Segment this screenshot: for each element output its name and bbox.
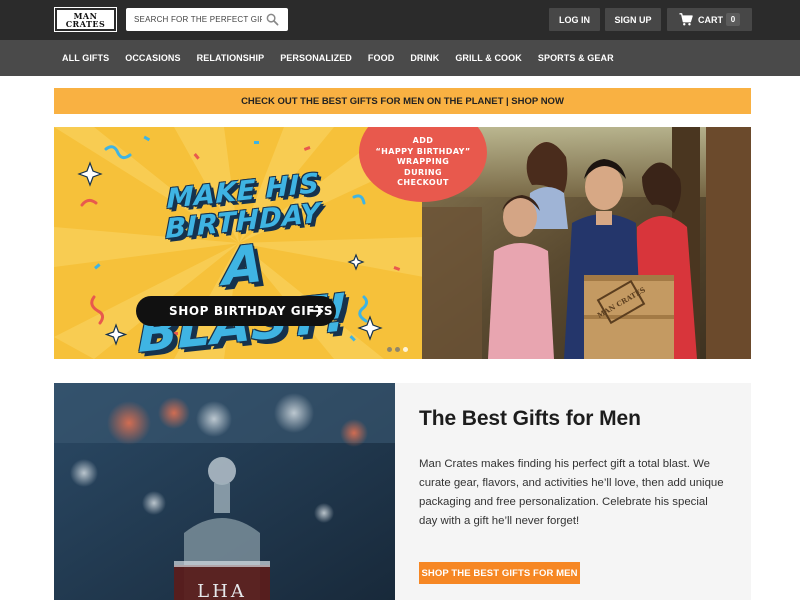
nav-item-occasions[interactable]: OCCASIONS [125,53,180,63]
hero-carousel[interactable]: MAKE HIS BIRTHDAY A BLAST! SHOP BIRTHDAY… [54,127,751,359]
cart-count-badge: 0 [726,13,740,26]
signup-button[interactable]: SIGN UP [605,8,661,31]
carousel-dot-2[interactable] [395,347,400,352]
promo-banner[interactable]: CHECK OUT THE BEST GIFTS FOR MEN ON THE … [54,88,751,114]
carousel-dot-1[interactable] [387,347,392,352]
cart-label: CART [698,14,723,25]
nav-item-personalized[interactable]: PERSONALIZED [280,53,352,63]
feature-panel: The Best Gifts for Men Man Crates makes … [395,383,751,600]
carousel-dots [387,347,411,352]
login-label: LOG IN [559,14,590,25]
feature-title: The Best Gifts for Men [419,407,641,430]
arrow-right-icon [308,305,323,317]
nav-item-food[interactable]: FOOD [368,53,394,63]
logo-line-2: CRATES [65,18,106,29]
nav-item-grill-cook[interactable]: GRILL & COOK [455,53,522,63]
decanter-engraving: LHA [197,581,247,600]
badge-line-2: “HAPPY BIRTHDAY” [375,146,471,156]
search-input[interactable] [134,8,262,31]
carousel-dot-3[interactable] [403,347,408,352]
search-box [126,8,288,31]
signup-label: SIGN UP [614,14,652,25]
badge-line-4: DURING [404,167,442,177]
cart-button[interactable]: CART 0 [667,8,752,31]
shop-birthday-gifts-button[interactable]: SHOP BIRTHDAY GIFTS [136,296,336,326]
login-button[interactable]: LOG IN [549,8,600,31]
badge-line-1: ADD [412,136,434,145]
nav-item-relationship[interactable]: RELATIONSHIP [197,53,265,63]
main-nav: ALL GIFTS OCCASIONS RELATIONSHIP PERSONA… [0,40,800,76]
cart-icon [679,13,693,26]
decanter-illustration: LHA [54,383,395,600]
shop-best-gifts-button[interactable]: SHOP THE BEST GIFTS FOR MEN [419,562,580,584]
nav-list: ALL GIFTS OCCASIONS RELATIONSHIP PERSONA… [62,40,630,76]
nav-item-sports-gear[interactable]: SPORTS & GEAR [538,53,614,63]
man-crates-logo[interactable]: MAN CRATES [54,7,117,32]
top-bar: MAN CRATES LOG IN SIGN UP CART 0 [0,0,800,40]
badge-line-3: WRAPPING [396,157,450,166]
hero-headline: MAKE HIS BIRTHDAY A BLAST! [118,164,368,359]
nav-item-drink[interactable]: DRINK [410,53,439,63]
decanter-photo: LHA [54,383,395,600]
nav-item-all-gifts[interactable]: ALL GIFTS [62,53,109,63]
feature-body: Man Crates makes finding his perfect gif… [419,458,724,527]
badge-line-5: CHECKOUT [397,178,449,187]
search-icon[interactable] [266,13,279,26]
